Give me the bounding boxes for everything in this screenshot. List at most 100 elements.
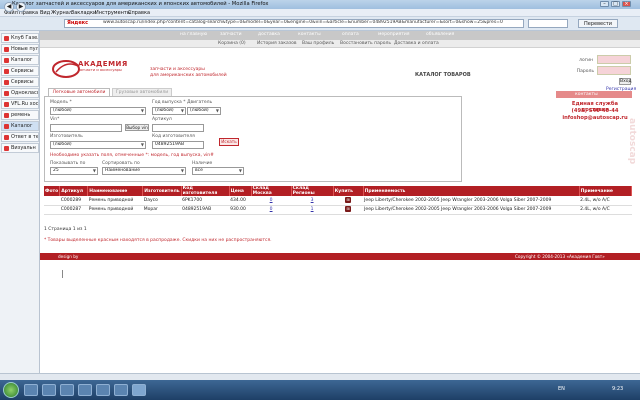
tab-trucks[interactable]: Грузовые автомобили <box>112 88 172 96</box>
vin-label: Vin* <box>50 117 60 122</box>
tab-item[interactable]: Клуб Газель <box>1 33 39 43</box>
cell-price: 930.00 <box>229 205 252 215</box>
tab-item-active[interactable]: Каталог <box>1 121 39 131</box>
col-name: Наименование <box>87 186 144 196</box>
sale-note: * Товары выделенные красным находятся в … <box>44 238 272 243</box>
tab-item[interactable]: VFL.Ru хост <box>1 99 39 109</box>
taskbar-firefox-icon[interactable] <box>132 384 146 396</box>
show-select[interactable]: 25 <box>50 167 98 175</box>
stock-moscow-link[interactable]: 0 <box>270 198 273 203</box>
topnav-ads[interactable]: объявления <box>426 32 454 37</box>
topnav-parts[interactable]: запчасти <box>220 32 242 37</box>
cell-buy: ⊞ <box>333 205 364 215</box>
cell-buy: ⊞ <box>333 196 364 206</box>
password-label: Пароль <box>576 69 594 74</box>
order-history-link[interactable]: История заказов <box>257 41 297 46</box>
profile-link[interactable]: Ваш профиль <box>302 41 334 46</box>
presence-select[interactable]: все <box>192 167 244 175</box>
topnav-events[interactable]: мероприятия <box>378 32 409 37</box>
browser-search-input[interactable] <box>528 19 568 28</box>
start-button-icon[interactable] <box>3 382 19 398</box>
maximize-button[interactable]: □ <box>611 1 620 7</box>
menu-bookmarks[interactable]: Закладки <box>71 10 96 16</box>
taskbar-app-icon[interactable] <box>114 384 128 396</box>
model-label: Модель * <box>50 100 72 105</box>
cell-stock-moscow: 0 <box>251 196 292 206</box>
login-button[interactable]: Вход <box>619 78 632 85</box>
vin-select-button[interactable]: Выбор vin <box>125 124 149 131</box>
tab-passenger-cars[interactable]: Легковые автомобили <box>48 88 110 96</box>
cart-link[interactable]: Корзина (0) <box>218 41 246 46</box>
results-table: Фото Артикул Наименование Изготовитель К… <box>44 186 633 215</box>
login-field[interactable] <box>597 55 631 64</box>
tab-item[interactable]: ремень <box>1 110 39 120</box>
taskbar-app-icon[interactable] <box>24 384 38 396</box>
sort-select[interactable]: Наименование <box>102 167 186 175</box>
stock-regions-link[interactable]: 1 <box>311 207 314 212</box>
restore-password-link[interactable]: Восстановить пароль <box>340 41 391 46</box>
forward-icon[interactable]: ▶ <box>16 2 26 12</box>
manufacturer-select[interactable]: (любой) <box>50 141 146 149</box>
tab-item[interactable]: Ответ в те <box>1 132 39 142</box>
engine-label: Двигатель <box>187 100 213 105</box>
tray-clock[interactable]: 9:23 <box>612 386 623 392</box>
tab-sidebar: Клуб Газель Новые пул Каталог Сервисы Се… <box>0 31 40 380</box>
search-button[interactable]: Искать <box>219 138 239 146</box>
taskbar-app-icon[interactable] <box>60 384 74 396</box>
taskbar-app-icon[interactable] <box>78 384 92 396</box>
cell-fitment: Jeep Liberty/Cherokee 2002-2005 Jeep Wra… <box>363 205 580 215</box>
topnav-payment[interactable]: оплата <box>342 32 359 37</box>
back-icon[interactable]: ◀ <box>4 2 14 12</box>
url-text[interactable]: www.autoscap.ru/index.php?content=catalo… <box>103 20 523 25</box>
cell-stock-regions: 1 <box>291 205 334 215</box>
topnav-contacts[interactable]: контакты <box>298 32 321 37</box>
menu-history[interactable]: Журнал <box>51 10 72 16</box>
menu-help[interactable]: Справка <box>128 10 150 16</box>
article-input[interactable] <box>152 124 204 132</box>
contacts-header-label: контакты <box>575 92 598 97</box>
taskbar-app-icon[interactable] <box>96 384 110 396</box>
tab-item[interactable]: Новые пул <box>1 44 39 54</box>
cell-stock-regions: 3 <box>291 196 334 206</box>
tab-item[interactable]: Однокласс <box>1 88 39 98</box>
pagination: 1 Страница 1 из 1 <box>44 227 87 232</box>
tray-language[interactable]: EN <box>558 386 565 392</box>
translate-button[interactable]: Перевести <box>578 19 618 28</box>
tab-item[interactable]: Сервисы <box>1 66 39 76</box>
presence-label: Наличие <box>192 161 213 166</box>
menu-tools[interactable]: Инструменты <box>95 10 131 16</box>
topnav-home[interactable]: на главную <box>180 32 207 37</box>
stock-regions-link[interactable]: 3 <box>311 198 314 203</box>
taskbar-app-icon[interactable] <box>42 384 56 396</box>
close-button[interactable]: × <box>622 1 631 7</box>
tab-item[interactable]: Сервисы <box>1 77 39 87</box>
topnav-delivery[interactable]: доставка <box>258 32 280 37</box>
site-tagline: для американских автомобилей <box>150 73 227 78</box>
manufacturer-code-input[interactable]: 04892519AB <box>152 141 204 149</box>
cell-maker: Dayco <box>142 196 182 206</box>
cart-icon[interactable]: ⊞ <box>345 206 352 213</box>
cell-fitment: Jeep Liberty/Cherokee 2002-2005 Jeep Wra… <box>363 196 580 206</box>
article-label: Артикул <box>152 117 172 122</box>
password-field[interactable] <box>597 66 631 75</box>
tab-item[interactable]: Каталог <box>1 55 39 65</box>
minimize-button[interactable]: – <box>600 1 609 7</box>
cell-article: C000287 <box>59 205 88 215</box>
year-select[interactable]: (любой) <box>152 107 186 115</box>
footer-copyright: Copyright © 2004-2013 «Академия Говт» <box>515 254 605 259</box>
required-fields-note: Необходимо указать поля, отмеченные *: м… <box>50 153 214 158</box>
model-select[interactable]: (любой) <box>50 107 146 115</box>
cart-icon[interactable]: ⊞ <box>345 197 352 203</box>
menu-view[interactable]: Вид <box>40 10 50 16</box>
site-tagline: запчасти и аксессуары <box>150 67 205 72</box>
engine-select[interactable]: (любой) <box>187 107 221 115</box>
stock-moscow-link[interactable]: 0 <box>270 207 273 212</box>
tab-item[interactable]: Визуальн <box>1 143 39 153</box>
col-price: Цена <box>229 186 252 196</box>
cell-name: Ремень приводной <box>87 196 143 206</box>
col-stock-regions: Склад Регионы <box>291 186 334 196</box>
table-row: C000287 Ремень приводной Mopar 04892519A… <box>44 205 632 215</box>
delivery-email[interactable]: infoshop@autoscap.ru <box>558 115 632 121</box>
vin-input[interactable] <box>50 124 122 132</box>
delivery-payment-link[interactable]: Доставка и оплата <box>394 41 439 46</box>
